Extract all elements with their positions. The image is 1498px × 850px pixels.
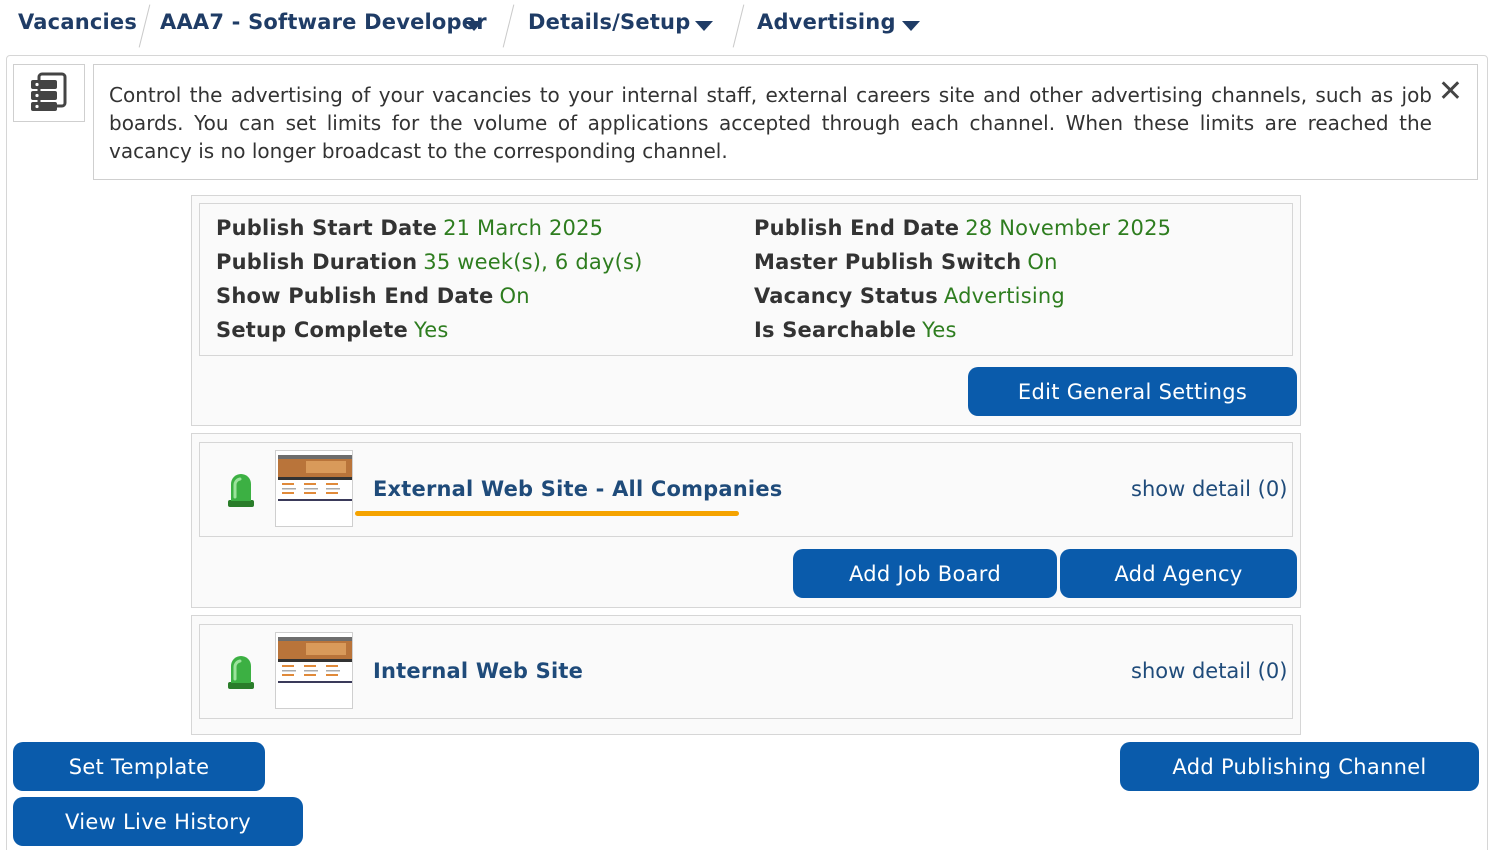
status-light-icon	[228, 474, 254, 507]
vacancy-status: Vacancy Status Advertising	[754, 284, 1065, 308]
add-publishing-channel-button[interactable]: Add Publishing Channel	[1120, 742, 1479, 791]
show-detail-link[interactable]: show detail (0)	[1131, 659, 1287, 683]
field-label: Is Searchable	[754, 318, 917, 342]
field-value: On	[499, 284, 530, 308]
chevron-down-icon[interactable]	[465, 21, 483, 31]
field-value: Yes	[413, 318, 449, 342]
view-live-history-button[interactable]: View Live History	[13, 797, 303, 846]
set-template-button[interactable]: Set Template	[13, 742, 265, 791]
show-publish-end-date: Show Publish End Date On	[216, 284, 530, 308]
breadcrumb-separator	[138, 4, 151, 48]
setup-complete: Setup Complete Yes	[216, 318, 448, 342]
channel-thumbnail	[275, 450, 353, 527]
channel-thumbnail	[275, 632, 353, 709]
is-searchable: Is Searchable Yes	[754, 318, 957, 342]
edit-general-settings-button[interactable]: Edit General Settings	[968, 367, 1297, 416]
info-icon-box	[13, 64, 85, 122]
field-label: Master Publish Switch	[754, 250, 1022, 274]
breadcrumb-separator	[732, 4, 745, 48]
info-message: Control the advertising of your vacancie…	[93, 64, 1478, 180]
field-value: Yes	[922, 318, 957, 342]
field-label: Setup Complete	[216, 318, 408, 342]
add-agency-button[interactable]: Add Agency	[1060, 549, 1297, 598]
field-label: Vacancy Status	[754, 284, 938, 308]
channel-name-external[interactable]: External Web Site - All Companies	[373, 477, 782, 501]
field-value: 28 November 2025	[965, 216, 1172, 240]
publish-duration: Publish Duration 35 week(s), 6 day(s)	[216, 250, 643, 274]
breadcrumb-vacancies[interactable]: Vacancies	[18, 10, 137, 34]
field-value: On	[1027, 250, 1058, 274]
channel-name-internal[interactable]: Internal Web Site	[373, 659, 583, 683]
breadcrumb-vacancy[interactable]: AAA7 - Software Developer	[160, 10, 487, 34]
publish-start-date: Publish Start Date 21 March 2025	[216, 216, 603, 240]
field-label: Publish Start Date	[216, 216, 438, 240]
field-label: Publish End Date	[754, 216, 960, 240]
highlight-underline	[355, 511, 739, 516]
chevron-down-icon[interactable]	[902, 21, 920, 31]
field-value: 35 week(s), 6 day(s)	[423, 250, 643, 274]
field-label: Show Publish End Date	[216, 284, 494, 308]
breadcrumb: Vacancies AAA7 - Software Developer Deta…	[0, 0, 1498, 50]
server-stack-icon	[31, 72, 67, 111]
master-publish-switch: Master Publish Switch On	[754, 250, 1058, 274]
field-value: Advertising	[943, 284, 1065, 308]
show-detail-link[interactable]: show detail (0)	[1131, 477, 1287, 501]
breadcrumb-advertising[interactable]: Advertising	[757, 10, 896, 34]
add-job-board-button[interactable]: Add Job Board	[793, 549, 1057, 598]
field-label: Publish Duration	[216, 250, 418, 274]
status-light-icon	[228, 656, 254, 689]
breadcrumb-details-setup[interactable]: Details/Setup	[528, 10, 690, 34]
breadcrumb-separator	[502, 4, 515, 48]
channel-row-internal	[199, 624, 1293, 719]
chevron-down-icon[interactable]	[695, 21, 713, 31]
publish-end-date: Publish End Date 28 November 2025	[754, 216, 1171, 240]
close-icon[interactable]: ✕	[1438, 77, 1463, 107]
info-text: Control the advertising of your vacancie…	[109, 83, 1432, 163]
field-value: 21 March 2025	[443, 216, 604, 240]
